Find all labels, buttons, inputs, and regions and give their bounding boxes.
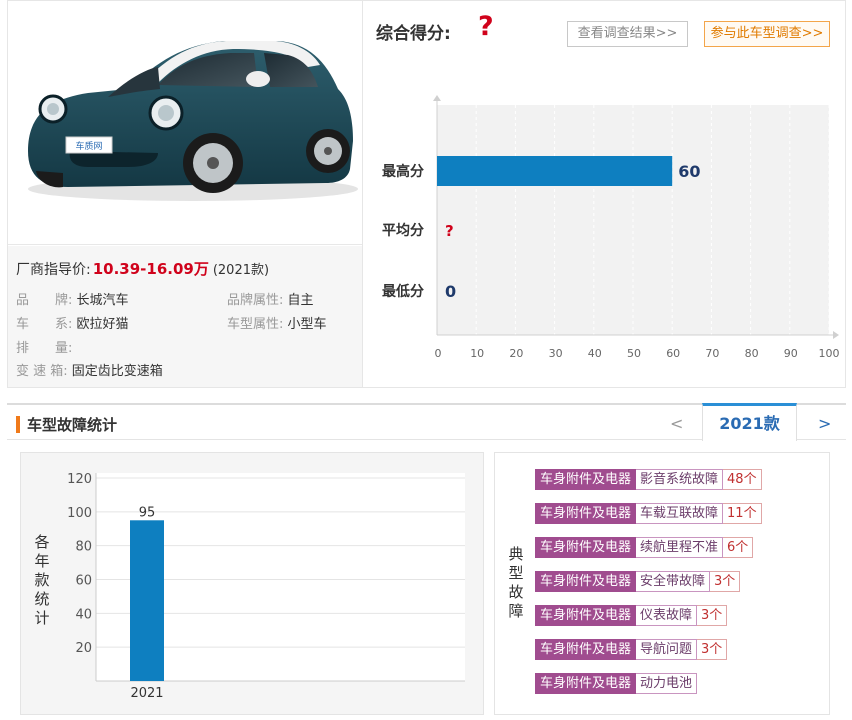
spec-gearbox: 变 速 箱: 固定齿比变速箱 — [16, 360, 163, 379]
fault-name-tag: 导航问题 — [636, 639, 698, 660]
fault-name-tag: 车载互联故障 — [636, 503, 724, 524]
typical-fault-label: 典型故障 — [508, 545, 524, 620]
data-label: 0 — [445, 282, 456, 301]
car-illustration: 车质网 — [28, 41, 358, 201]
spec-key: 变 速 箱: — [16, 364, 68, 379]
y-tick-label: 100 — [67, 506, 92, 521]
fault-count-tag: 3个 — [697, 639, 728, 660]
year-next-button[interactable]: > — [818, 414, 831, 433]
fault-count-tag: 3个 — [697, 605, 728, 626]
fault-stats-title: 车型故障统计 — [27, 416, 118, 434]
data-label: 95 — [139, 505, 156, 520]
spec-brand-type: 品牌属性: 自主 — [227, 289, 314, 308]
fault-category-tag: 车身附件及电器 — [535, 469, 637, 490]
fault-item[interactable]: 车身附件及电器 安全带故障 3个 — [535, 571, 741, 592]
x-tick-label: 90 — [784, 347, 798, 360]
fault-category-tag: 车身附件及电器 — [535, 639, 637, 660]
fault-item[interactable]: 车身附件及电器 车载互联故障 11个 — [535, 503, 762, 524]
x-tick-label: 2021 — [130, 686, 163, 701]
spec-brand: 品 牌: 长城汽车 — [16, 289, 129, 308]
x-tick-label: 10 — [470, 347, 484, 360]
fault-count-tag: 3个 — [710, 571, 741, 592]
section-accent-bar — [16, 416, 20, 433]
spec-value: 欧拉好猫 — [76, 317, 129, 332]
car-info-panel: 车质网 厂商指导价: 10.39-16.09万 (2021款) 品 牌: 长城汽… — [8, 1, 363, 387]
fault-name-tag: 仪表故障 — [636, 605, 698, 626]
fault-item[interactable]: 车身附件及电器 影音系统故障 48个 — [535, 469, 762, 490]
fault-item[interactable]: 车身附件及电器 导航问题 3个 — [535, 639, 728, 660]
category-label: 最高分 — [382, 163, 424, 180]
fault-count-tag: 6个 — [723, 537, 754, 558]
data-label: ? — [445, 222, 454, 240]
price-value: 10.39-16.09万 — [92, 260, 209, 278]
y-tick-label: 40 — [75, 607, 92, 622]
year-prev-button[interactable]: < — [670, 414, 683, 433]
spec-value: 自主 — [287, 293, 314, 308]
score-title: 综合得分: — [376, 24, 451, 44]
spec-key: 车 系: — [16, 317, 73, 332]
fault-name-tag: 安全带故障 — [636, 571, 711, 592]
price-label: 厂商指导价: — [16, 262, 91, 278]
y-axis-arrow — [433, 95, 441, 101]
x-tick-label: 70 — [705, 347, 719, 360]
spec-value: 小型车 — [287, 317, 327, 332]
count-bar — [130, 520, 164, 681]
join-survey-button[interactable]: 参与此车型调查>> — [704, 21, 830, 47]
fault-name-tag: 动力电池 — [636, 673, 698, 694]
spec-key: 品 牌: — [16, 293, 73, 308]
car-overview-panel: 车质网 厂商指导价: 10.39-16.09万 (2021款) 品 牌: 长城汽… — [7, 0, 846, 388]
score-value: ? — [478, 11, 494, 42]
price-year: (2021款) — [212, 263, 270, 278]
fault-name-tag: 影音系统故障 — [636, 469, 724, 490]
score-bar-chart: 最高分 60 平均分 ? 最低分 0 0 10 20 30 40 50 60 70 80 90 100 — [382, 95, 840, 360]
x-tick-label: 0 — [435, 347, 442, 360]
x-axis-arrow — [833, 331, 839, 339]
y-tick-label: 80 — [75, 540, 92, 555]
price-line: 厂商指导价: 10.39-16.09万 (2021款) — [16, 258, 269, 279]
spec-series: 车 系: 欧拉好猫 — [16, 313, 129, 332]
x-tick-label: 60 — [666, 347, 680, 360]
x-tick-label: 50 — [627, 347, 641, 360]
view-results-button[interactable]: 查看调查结果>> — [567, 21, 688, 47]
y-tick-label: 120 — [67, 472, 92, 487]
car-image[interactable]: 车质网 — [8, 1, 362, 245]
fault-count-tag: 48个 — [723, 469, 762, 490]
spec-key: 车型属性: — [227, 317, 284, 332]
fault-item[interactable]: 车身附件及电器 仪表故障 3个 — [535, 605, 728, 626]
category-label: 最低分 — [382, 283, 424, 300]
score-bar — [437, 156, 673, 186]
fault-category-tag: 车身附件及电器 — [535, 537, 637, 558]
typical-fault-panel: 典型故障 车身附件及电器 影音系统故障 48个 车身附件及电器 车载互联故障 11个 车身附… — [494, 452, 830, 715]
y-tick-label: 60 — [75, 574, 92, 589]
spec-key: 品牌属性: — [227, 293, 284, 308]
x-tick-label: 100 — [819, 347, 840, 360]
x-tick-label: 20 — [509, 347, 523, 360]
spec-car-type: 车型属性: 小型车 — [227, 313, 327, 332]
spec-value: 长城汽车 — [76, 293, 129, 308]
x-tick-label: 40 — [588, 347, 602, 360]
year-count-panel: 各年款统计 20 40 60 80 100 120 95 2021 — [20, 452, 484, 715]
car-spec-block: 厂商指导价: 10.39-16.09万 (2021款) 品 牌: 长城汽车 品牌属性… — [8, 246, 362, 387]
fault-category-tag: 车身附件及电器 — [535, 605, 637, 626]
fault-category-tag: 车身附件及电器 — [535, 503, 637, 524]
fault-category-tag: 车身附件及电器 — [535, 571, 637, 592]
data-label: 60 — [678, 162, 700, 181]
x-tick-label: 30 — [549, 347, 563, 360]
fault-item[interactable]: 车身附件及电器 动力电池 — [535, 673, 698, 694]
spec-displacement: 排 量: — [16, 337, 72, 356]
fault-category-tag: 车身附件及电器 — [535, 673, 637, 694]
fault-count-tag: 11个 — [723, 503, 762, 524]
tab-year-2021[interactable]: 2021款 — [702, 403, 797, 441]
fault-stats-header: 车型故障统计 < 2021款 > — [7, 403, 846, 441]
spec-value: 固定齿比变速箱 — [71, 364, 163, 379]
score-panel: 综合得分: ? 查看调查结果>> 参与此车型调查>> 最高分 60 平均分? 最低分 0… — [364, 1, 845, 387]
spec-key: 排 量: — [16, 341, 73, 356]
fault-name-tag: 续航里程不准 — [636, 537, 724, 558]
y-tick-label: 20 — [75, 641, 92, 656]
x-tick-label: 80 — [745, 347, 759, 360]
plate-text: 车质网 — [75, 140, 102, 152]
year-count-bar-chart: 20 40 60 80 100 120 95 2021 — [67, 472, 465, 701]
category-label: 平均分 — [382, 222, 424, 239]
fault-item[interactable]: 车身附件及电器 续航里程不准 6个 — [535, 537, 754, 558]
